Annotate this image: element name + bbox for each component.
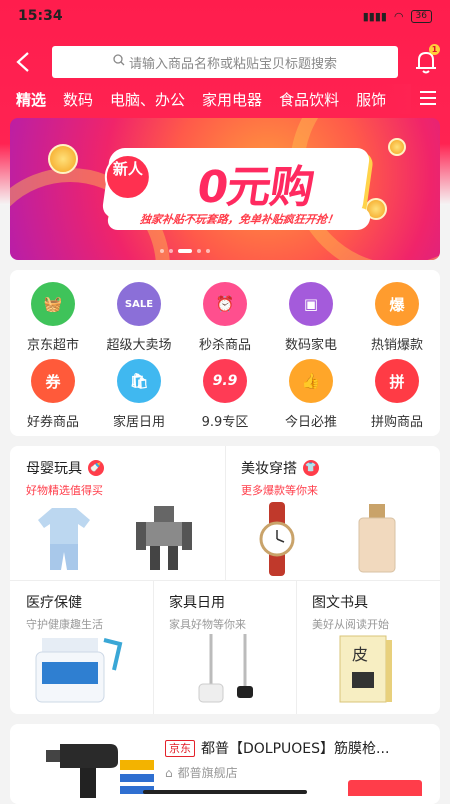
group-buy-icon: 拼 xyxy=(375,359,419,403)
category-tabs: 精选 数码 电脑、办公 家用电器 食品饮料 服饰 xyxy=(0,84,450,114)
baby-clothes-image xyxy=(38,508,90,570)
promo-title: 医疗保健 xyxy=(26,595,82,611)
notification-button[interactable]: 1 xyxy=(410,44,442,78)
svg-text:皮: 皮 xyxy=(352,645,368,664)
category-label: 秒杀商品 xyxy=(198,338,251,353)
category-flash-sale[interactable]: ⏰ 秒杀商品 xyxy=(182,282,268,358)
sale-sign-icon: SALE xyxy=(117,282,161,326)
category-group-buy[interactable]: 拼 拼购商品 xyxy=(354,359,440,435)
promo-furniture-daily[interactable]: 家具日用 家具好物等你来 xyxy=(153,580,296,714)
category-super-mall[interactable]: SALE 超级大卖场 xyxy=(96,282,182,358)
product-title: 京东 都普【DOLPUOES】筋膜枪... xyxy=(165,738,389,758)
promo-subtitle: 好物精选值得买 xyxy=(26,484,103,497)
jd-tag: 京东 xyxy=(165,739,195,757)
notification-badge: 1 xyxy=(429,44,440,55)
promo-title: 图文书具 xyxy=(312,595,368,611)
price-9-9-icon: 9.9 xyxy=(203,359,247,403)
shop-label: 都普旗舰店 xyxy=(177,766,238,780)
tab-featured[interactable]: 精选 xyxy=(16,89,46,114)
status-bar: 15:34 ▮▮▮▮ ◠ 36 xyxy=(0,0,450,32)
shopping-bag-icon: 🛍 xyxy=(117,359,161,403)
category-home-daily[interactable]: 🛍 家居日用 xyxy=(96,359,182,435)
coupon-icon: 券 xyxy=(31,359,75,403)
promo-subtitle: 美好从阅读开始 xyxy=(312,618,389,631)
promo-books-stationery[interactable]: 图文书具 美好从阅读开始 皮 xyxy=(296,580,440,714)
toilet-brush-image xyxy=(198,634,253,703)
promo-subtitle: 更多爆款等你来 xyxy=(241,484,318,497)
banner-title: 0元购 xyxy=(193,162,317,213)
category-label: 今日必推 xyxy=(284,415,337,430)
tab-digital[interactable]: 数码 xyxy=(63,89,93,110)
buy-button[interactable] xyxy=(348,780,422,796)
promo-beauty-fashion[interactable]: 美妆穿搭 👕 更多爆款等你来 xyxy=(225,446,440,580)
supplement-bottle-image xyxy=(35,638,123,703)
massage-gun-image xyxy=(20,734,160,800)
stroller-icon: 🍼 xyxy=(88,460,104,476)
product-name: 都普【DOLPUOES】筋膜枪... xyxy=(201,741,390,757)
shop-name: ⌂ 都普旗舰店 xyxy=(165,764,238,781)
foundation-bottle-image xyxy=(358,504,396,573)
alarm-clock-icon: ⏰ xyxy=(203,282,247,326)
home-indicator xyxy=(143,790,307,794)
back-arrow-icon[interactable] xyxy=(12,48,36,76)
search-icon xyxy=(113,54,125,70)
category-label: 超级大卖场 xyxy=(106,338,172,353)
tab-appliances[interactable]: 家用电器 xyxy=(202,89,262,110)
promo-banner[interactable]: 新人 0元购 独家补贴不玩套路，免单补贴疯狂开抢！ xyxy=(10,118,440,260)
battery-icon: 36 xyxy=(410,9,432,23)
banner-subtitle: 独家补贴不玩套路，免单补贴疯狂开抢！ xyxy=(106,208,372,230)
category-digital-appliances[interactable]: ▣ 数码家电 xyxy=(268,282,354,358)
menu-icon[interactable] xyxy=(420,91,436,105)
promo-title: 家具日用 xyxy=(169,595,225,611)
tab-apparel[interactable]: 服饰 xyxy=(356,89,386,110)
robot-toy-image xyxy=(136,506,192,570)
category-label: 京东超市 xyxy=(26,338,79,353)
category-jd-supermarket[interactable]: 🧺 京东超市 xyxy=(10,282,96,358)
tab-fade xyxy=(385,84,411,114)
coin-icon xyxy=(48,144,78,174)
status-time: 15:34 xyxy=(18,8,63,24)
status-icons: ▮▮▮▮ ◠ 36 xyxy=(362,9,432,23)
signal-icon: ▮▮▮▮ xyxy=(362,9,387,23)
thumbs-up-icon: 👍 xyxy=(289,359,333,403)
promo-title: 美妆穿搭 xyxy=(241,461,297,477)
top-bar: 请输入商品名称或粘贴宝贝标题搜索 1 xyxy=(0,44,450,80)
tab-computer-office[interactable]: 电脑、办公 xyxy=(110,89,185,110)
basket-icon: 🧺 xyxy=(31,282,75,326)
promo-baby-toys[interactable]: 母婴玩具 🍼 好物精选值得买 xyxy=(10,446,225,580)
category-label: 好券商品 xyxy=(26,415,79,430)
promo-subtitle: 家具好物等你来 xyxy=(169,618,246,631)
book-image: 皮 xyxy=(339,635,392,703)
category-label: 拼购商品 xyxy=(370,415,423,430)
clothes-icon: 👕 xyxy=(303,460,319,476)
coin-icon xyxy=(388,138,406,156)
category-label: 热销爆款 xyxy=(370,338,423,353)
search-placeholder: 请输入商品名称或粘贴宝贝标题搜索 xyxy=(128,56,337,72)
search-input[interactable]: 请输入商品名称或粘贴宝贝标题搜索 xyxy=(52,46,398,78)
carousel-indicator xyxy=(160,249,210,253)
watch-image xyxy=(259,502,295,576)
category-hot-sellers[interactable]: 爆 热销爆款 xyxy=(354,282,440,358)
category-today-picks[interactable]: 👍 今日必推 xyxy=(268,359,354,435)
promo-title: 母婴玩具 xyxy=(26,461,82,477)
promo-section: 母婴玩具 🍼 好物精选值得买 美妆穿搭 👕 更多爆款等你来 医疗保健 守护健康趣… xyxy=(10,446,440,714)
category-grid: 🧺 京东超市 SALE 超级大卖场 ⏰ 秒杀商品 ▣ 数码家电 爆 热销爆款 券… xyxy=(10,270,440,436)
category-label: 家居日用 xyxy=(112,415,165,430)
hot-icon: 爆 xyxy=(375,282,419,326)
category-label: 数码家电 xyxy=(284,338,337,353)
category-label: 9.9专区 xyxy=(201,415,249,430)
banner-badge: 新人 xyxy=(104,154,151,200)
category-9-9-zone[interactable]: 9.9 9.9专区 xyxy=(182,359,268,435)
tab-food-drinks[interactable]: 食品饮料 xyxy=(279,89,339,110)
washer-icon: ▣ xyxy=(289,282,333,326)
store-icon: ⌂ xyxy=(165,765,173,780)
category-coupons[interactable]: 券 好券商品 xyxy=(10,359,96,435)
promo-medical-care[interactable]: 医疗保健 守护健康趣生活 xyxy=(10,580,153,714)
wifi-icon: ◠ xyxy=(393,9,404,23)
